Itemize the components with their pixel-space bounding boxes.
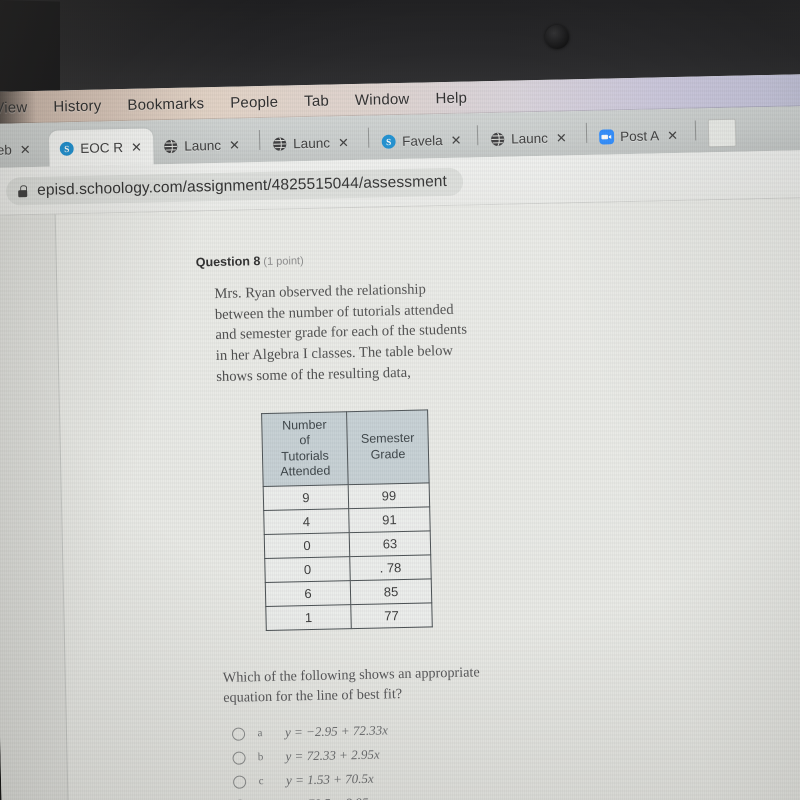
cell-tutorials: 0: [264, 556, 351, 583]
globe-icon: [164, 139, 178, 153]
choice-equation: y = 1.53 + 70.5x: [285, 771, 374, 789]
browser-tab[interactable]: Launc ✕: [262, 124, 367, 162]
tab-label: Favela: [402, 132, 443, 149]
laptop-screen-photo: View History Bookmarks People Tab Window…: [0, 0, 800, 800]
cell-grade: 91: [348, 507, 431, 533]
tab-close-icon[interactable]: ✕: [667, 127, 678, 142]
cell-grade: . 78: [349, 555, 432, 581]
choice-equation: y = −2.95 + 72.33x: [284, 722, 389, 741]
table-header-tutorials: Number of Tutorials Attended: [261, 411, 349, 487]
tab-divider: [585, 122, 588, 143]
table-row: 0 . 78: [264, 555, 432, 583]
cell-tutorials: 6: [265, 580, 351, 607]
header-line: Number: [281, 417, 327, 433]
cell-grade: 99: [348, 483, 430, 509]
menu-item-people[interactable]: People: [230, 93, 278, 111]
browser-tab-active[interactable]: S EOC R ✕: [48, 128, 154, 167]
globe-icon: [491, 132, 505, 146]
tab-divider: [367, 127, 370, 148]
table-row: 4 91: [263, 507, 431, 535]
question-block: Question 8 (1 point) Mrs. Ryan observed t…: [196, 248, 528, 800]
menu-item-history[interactable]: History: [53, 97, 101, 115]
choice-letter: a: [257, 727, 263, 740]
tab-close-icon[interactable]: ✕: [229, 137, 240, 152]
table-header-row: Number of Tutorials Attended Semester Gr…: [261, 409, 430, 487]
tab-close-icon[interactable]: ✕: [556, 130, 567, 145]
tab-label: geb: [0, 141, 12, 158]
schoology-icon: S: [59, 141, 74, 156]
table-row: 1 77: [265, 602, 433, 631]
lock-icon: [18, 185, 27, 197]
browser-tab[interactable]: geb ✕: [0, 131, 50, 168]
choice-equation: y = 72.33 + 2.95x: [285, 746, 380, 765]
browser-tab[interactable]: S Favela ✕: [371, 121, 476, 159]
schoology-icon: S: [381, 134, 396, 149]
menu-item-help[interactable]: Help: [435, 89, 467, 107]
tab-label: Launc: [510, 130, 549, 147]
question-header: Question 8 (1 point): [196, 248, 516, 269]
browser-tab[interactable]: Post A ✕: [589, 117, 694, 155]
tab-divider: [476, 125, 479, 146]
choice-letter: b: [257, 751, 264, 764]
cell-tutorials: 9: [263, 484, 349, 511]
tab-close-icon[interactable]: ✕: [338, 135, 349, 150]
question-prompt: Which of the following shows an appropri…: [222, 664, 480, 707]
question-number: Question 8: [195, 254, 261, 270]
browser-tab[interactable]: Launc ✕: [153, 126, 258, 164]
data-table: Number of Tutorials Attended Semester Gr…: [261, 409, 433, 631]
tab-divider: [694, 120, 697, 141]
zoom-camera-icon: [599, 128, 615, 145]
table-row: 9 99: [263, 483, 430, 511]
svg-text:S: S: [386, 138, 391, 148]
header-line: Attended: [280, 464, 331, 480]
answer-choices: a y = −2.95 + 72.33x b y = 72.33 + 2.95x…: [231, 716, 528, 800]
tab-close-icon[interactable]: ✕: [451, 132, 462, 147]
tab-label: Post A: [619, 127, 660, 144]
table-header-grade: Semester Grade: [346, 409, 430, 485]
question-stem: Mrs. Ryan observed the relationship betw…: [214, 281, 468, 385]
menu-item-window[interactable]: Window: [355, 90, 410, 108]
svg-text:S: S: [64, 145, 69, 155]
new-tab-button[interactable]: [707, 118, 737, 148]
header-line: of: [299, 433, 311, 448]
radio-button[interactable]: [232, 775, 247, 789]
header-line: Semester: [360, 430, 415, 447]
choice-letter: c: [258, 775, 264, 788]
tab-close-icon[interactable]: ✕: [20, 142, 31, 157]
tab-label: Launc: [293, 135, 331, 151]
cell-grade: 77: [350, 602, 433, 629]
header-line: Grade: [370, 446, 406, 462]
address-bar[interactable]: episd.schoology.com/assignment/482551504…: [5, 167, 464, 206]
tab-label: EOC R: [80, 139, 124, 156]
tab-close-icon[interactable]: ✕: [131, 139, 142, 154]
question-points: (1 point): [263, 255, 304, 268]
tab-divider: [258, 130, 261, 151]
page-viewport: Question 8 (1 point) Mrs. Ryan observed t…: [0, 197, 800, 800]
radio-button[interactable]: [232, 751, 246, 765]
cell-grade: 85: [350, 578, 432, 605]
menu-item-view[interactable]: View: [0, 99, 28, 117]
header-line: Tutorials: [281, 448, 329, 464]
menu-item-tab[interactable]: Tab: [304, 92, 329, 110]
radio-button[interactable]: [231, 727, 246, 741]
menu-item-bookmarks[interactable]: Bookmarks: [127, 95, 204, 114]
table-row: 0 63: [264, 531, 431, 559]
tab-label: Launc: [184, 137, 222, 154]
choice-equation: y = 70.5 + 2.95: [286, 795, 368, 800]
webcam-icon: [545, 25, 569, 49]
globe-icon: [273, 136, 287, 151]
cell-tutorials: 0: [264, 532, 350, 559]
cell-tutorials: 4: [263, 508, 350, 535]
cell-grade: 63: [349, 531, 431, 557]
cell-tutorials: 1: [265, 604, 352, 631]
table-row: 6 85: [265, 578, 432, 607]
page-left-margin: [0, 214, 69, 800]
browser-window: View History Bookmarks People Tab Window…: [0, 73, 800, 800]
url-text: episd.schoology.com/assignment/482551504…: [36, 172, 448, 199]
browser-tab[interactable]: Launc ✕: [480, 119, 585, 157]
